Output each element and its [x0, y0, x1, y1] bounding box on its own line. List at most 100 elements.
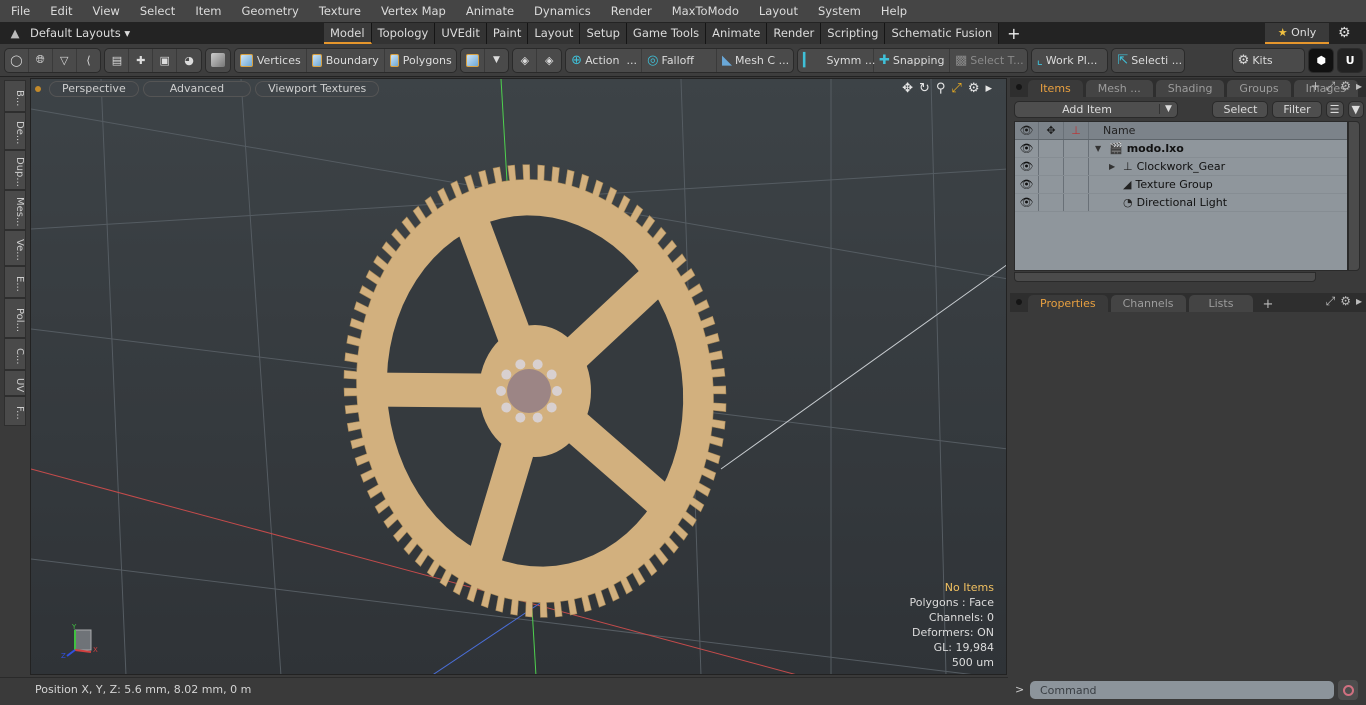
menu-animate[interactable]: Animate	[455, 0, 523, 22]
left-tab-deform[interactable]: De...	[4, 112, 26, 150]
tab-game-tools[interactable]: Game Tools	[626, 22, 707, 44]
only-toggle[interactable]: ★ Only	[1265, 22, 1329, 44]
action-center-button[interactable]: ⊕ Action ...	[566, 48, 643, 72]
dial-tool-icon[interactable]: ◕	[177, 49, 201, 72]
command-input[interactable]	[1030, 681, 1334, 699]
expand-panel-icon[interactable]: ⤢	[1326, 79, 1336, 94]
properties-options-dot[interactable]	[1016, 299, 1022, 305]
tab-schematic-fusion[interactable]: Schematic Fusion	[885, 22, 1000, 44]
tab-model[interactable]: Model	[324, 22, 372, 44]
tab-shading[interactable]: Shading	[1155, 80, 1225, 97]
falloff-button[interactable]: ◎ Falloff	[642, 48, 717, 72]
menu-geometry[interactable]: Geometry	[231, 0, 308, 22]
left-tab-vertex[interactable]: Ve...	[4, 230, 26, 266]
tab-animate[interactable]: Animate	[706, 22, 768, 44]
select-through-button[interactable]: ▩ Select T...	[950, 49, 1027, 72]
zoom-icon[interactable]: ⚲	[936, 81, 946, 96]
maximize-icon[interactable]: ⤢	[951, 81, 961, 96]
menu-select[interactable]: Select	[129, 0, 184, 22]
viewport-gear-icon[interactable]: ⚙	[968, 81, 980, 96]
tab-topology[interactable]: Topology	[371, 22, 436, 44]
left-tab-polygon[interactable]: Pol...	[4, 298, 26, 338]
pen-tool-icon[interactable]: ▽	[53, 48, 77, 72]
menu-texture[interactable]: Texture	[308, 0, 370, 22]
tab-lists[interactable]: Lists	[1188, 295, 1254, 312]
tab-properties[interactable]: Properties	[1028, 295, 1108, 312]
unity-icon[interactable]: ⬢	[1309, 48, 1334, 72]
tab-paint[interactable]: Paint	[486, 22, 529, 44]
menu-layout[interactable]: Layout	[748, 0, 807, 22]
tab-uvedit[interactable]: UVEdit	[435, 22, 487, 44]
left-tab-curve[interactable]: C...	[4, 338, 26, 370]
menu-dynamics[interactable]: Dynamics	[523, 0, 600, 22]
filter-button[interactable]: Filter	[1272, 100, 1322, 118]
menu-vertex-map[interactable]: Vertex Map	[370, 0, 455, 22]
tree-vertical-scrollbar[interactable]	[1348, 121, 1360, 271]
layout-tool-icon[interactable]: ▤	[105, 48, 130, 72]
visibility-eye-icon[interactable]: 👁︎	[1015, 158, 1039, 175]
tab-items[interactable]: Items	[1028, 80, 1083, 97]
menu-maxtomodo[interactable]: MaxToModo	[661, 0, 748, 22]
tab-scripting[interactable]: Scripting	[821, 22, 886, 44]
visibility-eye-icon[interactable]: 👁︎	[1015, 194, 1039, 211]
menu-help[interactable]: Help	[870, 0, 916, 22]
pan-icon[interactable]: ✥	[902, 81, 913, 96]
viewport-options-dot[interactable]	[35, 86, 41, 92]
left-tab-duplicate[interactable]: Dup...	[4, 150, 26, 190]
unreal-icon[interactable]: U	[1338, 48, 1363, 72]
menu-file[interactable]: File	[0, 0, 39, 22]
gear-icon[interactable]: ⚙	[1338, 25, 1351, 41]
menu-render[interactable]: Render	[600, 0, 661, 22]
add-properties-tab-icon[interactable]: +	[1262, 297, 1273, 312]
add-tab-button[interactable]: +	[999, 24, 1028, 43]
vertices-button[interactable]: Vertices	[235, 48, 307, 72]
material-mode-icon[interactable]	[461, 48, 485, 72]
selection-sets-button[interactable]: ⇱ Selecti ...	[1112, 49, 1184, 72]
locator-column-icon[interactable]: ⊥	[1064, 122, 1089, 139]
tab-render[interactable]: Render	[767, 22, 822, 44]
tree-row[interactable]: 👁︎ ◢ Texture Group	[1015, 176, 1347, 194]
expand-properties-icon[interactable]: ⤢	[1326, 294, 1336, 309]
add-panel-tab-icon[interactable]: +	[1311, 79, 1321, 94]
left-tab-edge[interactable]: E...	[4, 266, 26, 298]
properties-gear-icon[interactable]: ⚙	[1340, 294, 1351, 309]
left-tab-fusion[interactable]: F...	[4, 396, 26, 426]
pivot-mode-icon[interactable]: ◈	[537, 49, 561, 72]
lock-column-icon[interactable]: ✥	[1039, 122, 1064, 139]
expander-icon[interactable]: ▶	[1109, 162, 1119, 171]
menu-edit[interactable]: Edit	[39, 0, 81, 22]
list-options-icon[interactable]: ☰	[1325, 100, 1344, 118]
center-mode-icon[interactable]: ◈	[513, 48, 538, 72]
item-mode-cube-icon[interactable]	[206, 49, 230, 72]
polygons-button[interactable]: Polygons	[385, 49, 456, 72]
visibility-column-icon[interactable]: 👁︎	[1015, 122, 1039, 139]
select-button[interactable]: Select	[1212, 100, 1269, 118]
name-column-header[interactable]: Name	[1089, 124, 1135, 137]
tree-row[interactable]: 👁︎ ▼ 🎬 modo.lxo	[1015, 140, 1347, 158]
panel-arrow-icon[interactable]: ▸	[1356, 79, 1362, 94]
funnel-icon[interactable]: ▼	[1347, 100, 1364, 118]
perspective-dropdown[interactable]: Perspective	[49, 81, 139, 97]
cross-tool-icon[interactable]: ✚	[129, 48, 154, 72]
tab-layout[interactable]: Layout	[528, 22, 581, 44]
collapse-arrow-icon[interactable]: ▲	[0, 26, 30, 40]
panel-options-dot[interactable]	[1016, 84, 1022, 90]
left-tab-mesh-edit[interactable]: Mes...	[4, 190, 26, 230]
visibility-eye-icon[interactable]: 👁︎	[1015, 176, 1039, 193]
tab-setup[interactable]: Setup	[580, 22, 627, 44]
square-tool-icon[interactable]: ▣	[153, 48, 178, 72]
tree-row[interactable]: 👁︎ ◔ Directional Light	[1015, 194, 1347, 212]
tree-row[interactable]: 👁︎ ▶ ⊥ Clockwork_Gear	[1015, 158, 1347, 176]
tab-mesh[interactable]: Mesh ...	[1085, 80, 1153, 97]
symmetry-button[interactable]: ▎ Symm ...	[798, 48, 875, 72]
3d-viewport[interactable]: Perspective Advanced Viewport Textures ✥…	[30, 78, 1007, 675]
add-item-dropdown[interactable]: Add Item ▼	[1014, 100, 1178, 118]
panel-gear-icon[interactable]: ⚙	[1340, 79, 1351, 94]
shading-dropdown[interactable]: Advanced	[142, 81, 252, 97]
visibility-eye-icon[interactable]: 👁︎	[1015, 140, 1039, 157]
snapping-button[interactable]: ✚ Snapping	[874, 48, 950, 72]
properties-arrow-icon[interactable]: ▸	[1356, 294, 1362, 309]
curve-tool-icon[interactable]: ⟨	[77, 49, 101, 72]
rotate-icon[interactable]: ↻	[919, 81, 930, 96]
sphere-tool-icon[interactable]: ◯	[5, 48, 29, 72]
